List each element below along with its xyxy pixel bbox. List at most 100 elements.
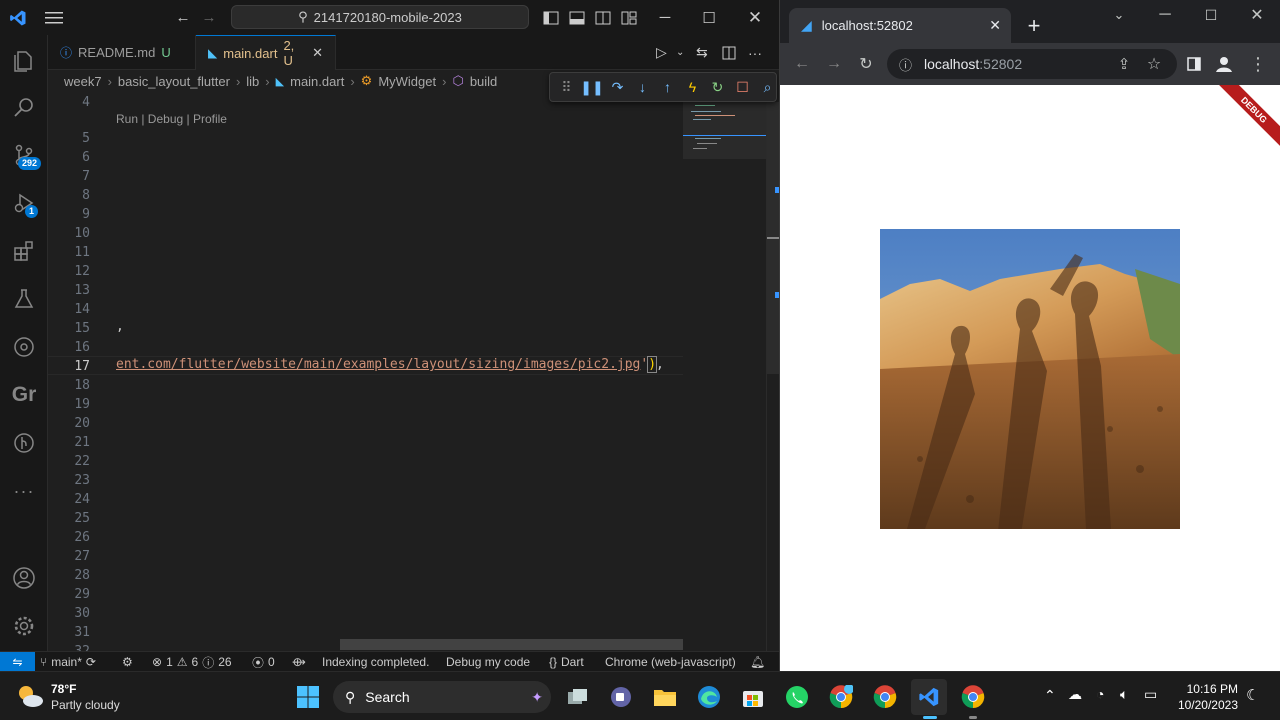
command-center[interactable]: ⚲ 2141720180-mobile-2023 [231, 5, 529, 29]
minimap[interactable] [683, 102, 766, 159]
edge-browser-icon[interactable] [691, 679, 727, 715]
customize-layout-icon[interactable] [618, 0, 640, 35]
windows-start-icon[interactable] [290, 679, 326, 715]
clock-date[interactable]: 10/20/2023 [1170, 698, 1238, 712]
git-lens-icon[interactable]: ⚙ [122, 652, 133, 672]
chrome-window-icon[interactable] [955, 679, 991, 719]
file-explorer-icon[interactable] [647, 679, 683, 715]
vertical-scrollbar[interactable] [766, 102, 779, 651]
toggle-primary-sidebar-icon[interactable] [540, 0, 562, 35]
breadcrumb-item[interactable]: main.dart [290, 74, 344, 89]
wifi-icon[interactable]: ◔ [1096, 686, 1104, 702]
step-over-icon[interactable]: ↷ [609, 78, 626, 96]
onedrive-cloud-icon[interactable]: ☁ [1068, 686, 1082, 703]
toggle-secondary-sidebar-icon[interactable] [592, 0, 614, 35]
whatsapp-icon[interactable] [779, 679, 815, 715]
breadcrumb-item[interactable]: lib [246, 74, 259, 89]
back-arrow-icon[interactable]: ← [172, 0, 194, 35]
stop-icon[interactable]: ☐ [734, 78, 751, 96]
image-url-string[interactable]: ent.com/flutter/website/main/examples/la… [116, 357, 640, 372]
chrome-icon[interactable] [867, 679, 903, 715]
close-icon[interactable]: ✕ [744, 0, 766, 35]
problems-status[interactable]: ⊗ 1 ⚠ 6 ⓘ 26 [152, 652, 232, 672]
breadcrumb-item[interactable]: MyWidget [378, 74, 436, 89]
remote-explorer-icon[interactable] [0, 323, 48, 371]
code-editor[interactable]: 4 5 6 7 8 9 10 11 12 13 14 15 16 17 18 19 20 21 22 23 24 25 26… [48, 92, 766, 651]
chrome-menu-icon[interactable]: ⋮ [1246, 52, 1270, 76]
weather-temp[interactable]: 78°F [51, 682, 76, 696]
weather-desc[interactable]: Partly cloudy [51, 698, 120, 712]
device-selector[interactable]: Chrome (web-javascript) [605, 652, 736, 672]
ports-status[interactable]: ⦿ 0 [252, 652, 275, 672]
clock-time[interactable]: 10:16 PM [1176, 682, 1238, 696]
maximize-icon[interactable]: ☐ [1200, 4, 1222, 26]
bookmark-star-icon[interactable]: ☆ [1142, 52, 1166, 76]
language-mode[interactable]: {} Dart [549, 652, 584, 672]
settings-gear-icon[interactable] [0, 602, 48, 650]
debug-status-icon[interactable]: ⟴ [292, 652, 306, 672]
search-icon[interactable] [0, 83, 48, 131]
share-icon[interactable]: ⇪ [1112, 52, 1136, 76]
volume-icon[interactable]: 🔈︎ [1120, 686, 1128, 703]
restart-icon[interactable]: ↻ [709, 78, 726, 96]
git-graph-icon[interactable] [0, 419, 48, 467]
reload-icon[interactable]: ↻ [854, 52, 878, 76]
teams-chat-icon[interactable] [603, 679, 639, 715]
tab-search-icon[interactable]: ⌄ [1108, 4, 1130, 26]
explorer-icon[interactable] [0, 37, 48, 85]
new-tab-icon[interactable]: + [1022, 13, 1046, 38]
breadcrumb-item[interactable]: week7 [64, 74, 102, 89]
weather-partly-cloudy-icon[interactable] [14, 681, 46, 711]
run-debug-icon[interactable]: 1 [0, 179, 48, 227]
codelens-run-debug-profile[interactable]: Run | Debug | Profile [116, 112, 227, 126]
gradle-gr-icon[interactable]: Gr [0, 371, 48, 419]
more-views-icon[interactable]: ··· [0, 467, 48, 515]
chevron-up-icon[interactable]: ⌃ [1044, 687, 1056, 704]
widget-inspector-icon[interactable]: ⌕ [759, 78, 776, 96]
close-window-icon[interactable]: ✕ [1246, 4, 1268, 26]
accounts-icon[interactable] [0, 554, 48, 602]
taskbar-search[interactable]: ⚲ Search ✦ [333, 681, 551, 713]
run-dropdown-icon[interactable]: ⌄ [676, 35, 684, 70]
hot-reload-icon[interactable]: ϟ [684, 78, 701, 96]
profile-avatar-icon[interactable] [1212, 52, 1236, 76]
close-tab-icon[interactable]: ✕ [312, 45, 323, 61]
debug-my-code-toggle[interactable]: Debug my code [446, 652, 530, 672]
breadcrumb-item[interactable]: basic_layout_flutter [118, 74, 230, 89]
forward-arrow-icon[interactable]: → [822, 52, 846, 76]
microsoft-store-icon[interactable] [735, 679, 771, 715]
chrome-profile-icon[interactable] [823, 679, 859, 715]
maximize-icon[interactable]: ☐ [698, 0, 720, 35]
site-info-icon[interactable]: ⓘ [899, 55, 912, 74]
task-view-icon[interactable] [560, 679, 596, 715]
close-tab-icon[interactable]: ✕ [989, 17, 1001, 34]
extensions-icon[interactable] [0, 227, 48, 275]
battery-icon[interactable]: ▭ [1144, 686, 1157, 703]
tab-readme[interactable]: ⓘ README.md U [48, 35, 196, 70]
step-out-icon[interactable]: ↑ [659, 78, 676, 96]
source-control-icon[interactable]: 292 [0, 131, 48, 179]
horizontal-scrollbar[interactable] [340, 639, 683, 650]
minimize-icon[interactable]: ─ [654, 0, 676, 35]
back-arrow-icon[interactable]: ← [790, 52, 814, 76]
toggle-panel-icon[interactable] [566, 0, 588, 35]
step-into-icon[interactable]: ↓ [634, 78, 651, 96]
minimize-icon[interactable]: ─ [1154, 4, 1176, 26]
more-actions-icon[interactable]: ··· [748, 35, 762, 70]
browser-tab[interactable]: ◢ localhost:52802 ✕ [789, 8, 1011, 43]
testing-flask-icon[interactable] [0, 275, 48, 323]
pause-icon[interactable]: ❚❚ [580, 78, 603, 96]
focus-moon-icon[interactable]: ☾ [1246, 686, 1259, 704]
tab-main-dart[interactable]: ◣ main.dart 2, U ✕ [196, 35, 336, 70]
drag-handle-icon[interactable]: ⠿ [558, 78, 575, 96]
menu-icon[interactable] [40, 0, 68, 35]
forward-arrow-icon[interactable]: → [198, 0, 220, 35]
split-editor-icon[interactable] [722, 35, 736, 70]
side-panel-icon[interactable] [1182, 52, 1206, 76]
run-icon[interactable]: ▷ [656, 35, 667, 70]
vscode-taskbar-icon[interactable] [911, 679, 947, 719]
notifications-bell-icon[interactable]: 🔔︎ [750, 652, 765, 672]
remote-indicator-icon[interactable]: ⇋ [0, 652, 35, 672]
branch-status[interactable]: ⑂ main* ⟳ [40, 652, 96, 672]
compare-changes-icon[interactable]: ⇆ [696, 35, 708, 70]
